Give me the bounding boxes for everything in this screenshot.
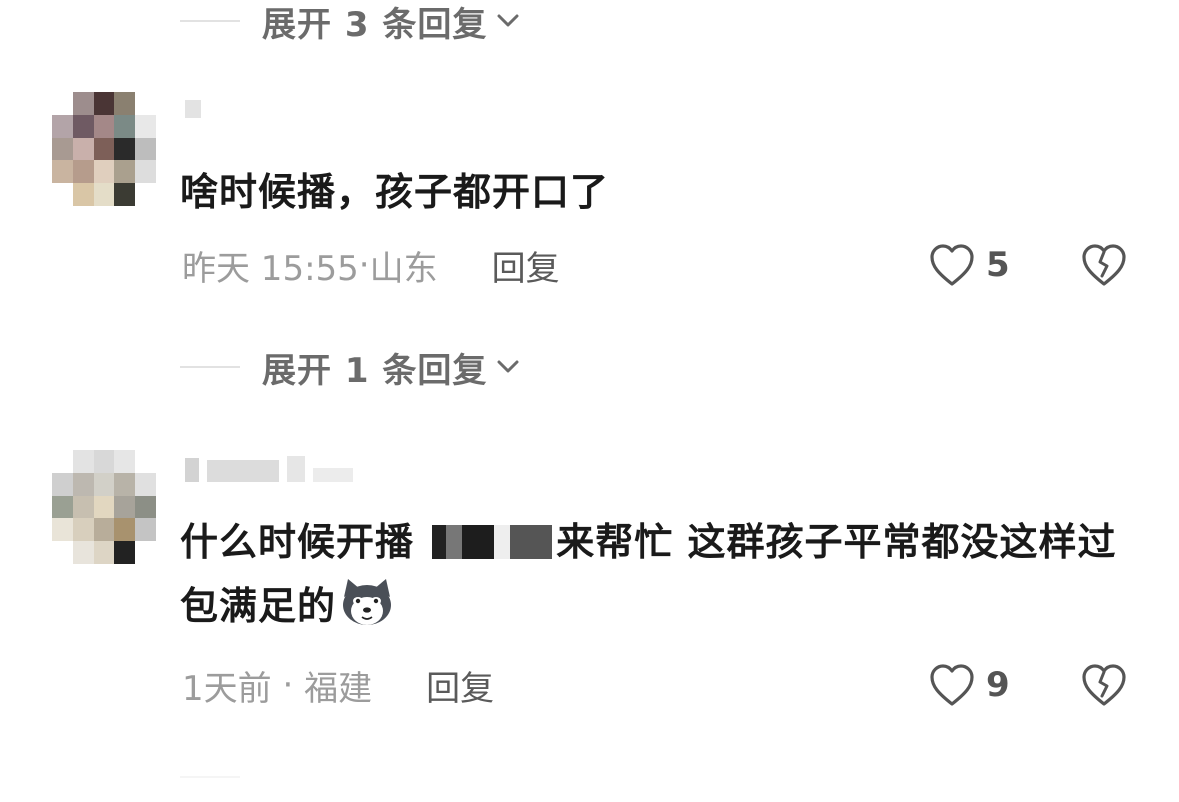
comment-time: 昨天 15:55 — [182, 248, 359, 289]
comment-location: 山东 — [369, 248, 438, 289]
heart-outline-icon — [930, 244, 974, 286]
divider-line — [180, 776, 240, 778]
like-count: 9 — [986, 665, 1010, 705]
chevron-down-icon — [497, 14, 519, 27]
broken-heart-icon[interactable] — [1080, 662, 1128, 708]
comment-location: 福建 — [304, 668, 373, 709]
divider-line — [180, 20, 240, 22]
comment-meta: 1天前 · 福建 回复 — [182, 661, 494, 710]
comment-text-part1: 什么时候开播 — [180, 520, 429, 564]
husky-dog-emoji — [343, 579, 392, 625]
username-blurred[interactable] — [185, 456, 353, 482]
comment-text: 什么时候开播 来帮忙 这群孩子平常都没这样过 包满足的 — [180, 510, 1119, 638]
heart-outline-icon — [930, 664, 974, 706]
expand-replies-label: 展开 1 条回复 — [262, 350, 488, 391]
broken-heart-icon[interactable] — [1080, 242, 1128, 288]
chevron-down-icon — [497, 360, 519, 373]
expand-replies[interactable]: 展开 1 条回复 — [180, 342, 523, 392]
divider-line — [180, 366, 240, 368]
reply-button[interactable]: 回复 — [426, 661, 494, 710]
censored-text-block — [432, 525, 553, 559]
reply-button[interactable]: 回复 — [492, 241, 560, 290]
like-count: 5 — [986, 245, 1010, 285]
avatar[interactable] — [52, 450, 156, 564]
like-button[interactable]: 5 — [928, 240, 1010, 290]
like-button[interactable]: 9 — [928, 660, 1010, 710]
expand-replies-clipped[interactable] — [180, 752, 262, 802]
comment-meta: 昨天 15:55 · 山东 回复 — [182, 241, 560, 290]
avatar[interactable] — [52, 92, 156, 206]
username-blurred[interactable] — [185, 92, 201, 118]
expand-replies-label: 展开 3 条回复 — [262, 4, 488, 45]
comment-time: 1天前 — [182, 668, 272, 709]
comment-text: 啥时候播，孩子都开口了 — [180, 170, 610, 214]
expand-replies-top[interactable]: 展开 3 条回复 — [180, 0, 523, 46]
